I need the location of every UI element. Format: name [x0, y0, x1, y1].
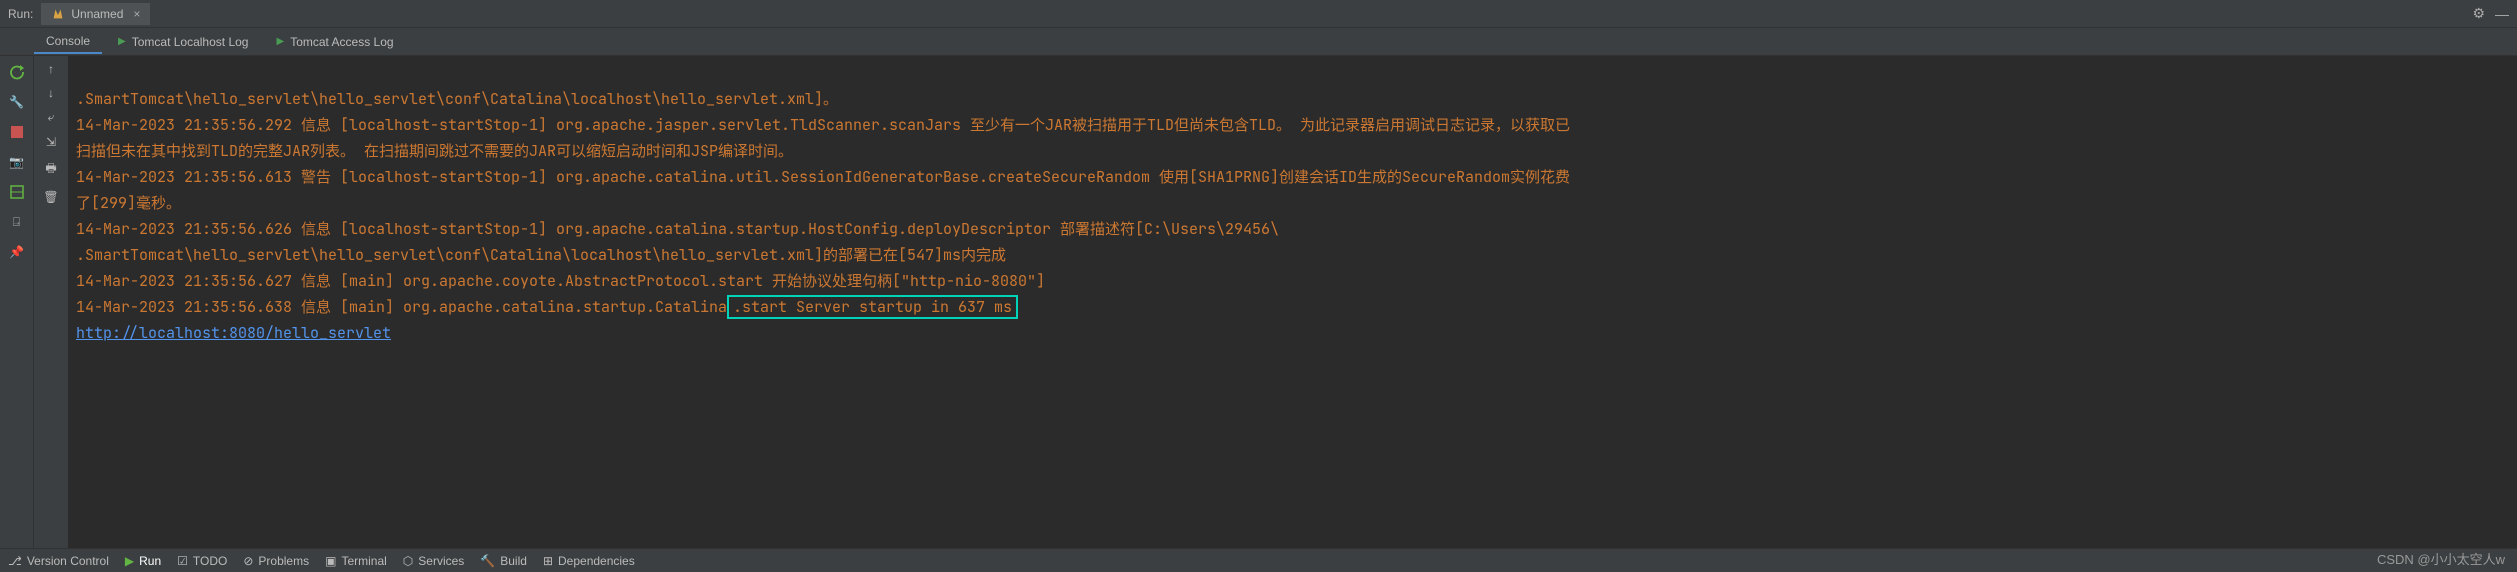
- terminal-icon: ▣: [325, 554, 336, 568]
- clear-icon[interactable]: 🗑: [43, 190, 58, 204]
- dependencies-label: Dependencies: [558, 554, 635, 568]
- stop-button[interactable]: [7, 122, 27, 142]
- watermark: CSDN @小小太空人w: [2377, 549, 2505, 568]
- deps-icon: ⊞: [543, 554, 553, 568]
- tomcat-icon: [51, 7, 65, 21]
- log-line: 14-Mar-2023 21:35:56.626 信息 [localhost-s…: [76, 219, 1051, 239]
- close-icon[interactable]: ×: [133, 7, 140, 21]
- tab-server-log[interactable]: ▶ Tomcat Localhost Log: [106, 31, 260, 53]
- log-line: 开始协议处理句柄["http-nio-8080"]: [763, 271, 1045, 291]
- layout-icon[interactable]: [7, 182, 27, 202]
- rerun-button[interactable]: [7, 62, 27, 82]
- camera-icon[interactable]: 📷: [7, 152, 27, 172]
- services-icon: ⬡: [403, 554, 413, 568]
- check-icon: ☑: [177, 554, 188, 568]
- log-line: 14-Mar-2023 21:35:56.627 信息 [main] org.a…: [76, 271, 763, 291]
- branch-icon: ⎇: [8, 554, 22, 568]
- play-icon: ▶: [125, 554, 134, 568]
- status-bar: ⎇ Version Control ▶ Run ☑ TODO ⊘ Problems ▣ T…: [0, 548, 2517, 572]
- dependencies-tab[interactable]: ⊞ Dependencies: [543, 554, 635, 568]
- tab-console[interactable]: Console: [34, 30, 102, 54]
- server-url-link[interactable]: http://localhost:8080/hello_servlet: [76, 323, 391, 343]
- gear-icon[interactable]: ⚙: [2472, 5, 2485, 22]
- down-arrow-icon[interactable]: ↓: [48, 86, 54, 100]
- up-arrow-icon[interactable]: ↑: [48, 62, 54, 76]
- console-output[interactable]: .SmartTomcat\hello_servlet\hello_servlet…: [68, 56, 2517, 548]
- play-icon: ▶: [118, 36, 126, 47]
- pin-icon[interactable]: 📌: [7, 242, 27, 262]
- terminal-tab[interactable]: ▣ Terminal: [325, 554, 387, 568]
- log-line: 至少有一个JAR被扫描用于TLD但尚未包含TLD。 为此记录器启用调试日志记录，…: [961, 115, 1570, 135]
- log-line: 使用[SHA1PRNG]创建会话ID生成的SecureRandom实例花费: [1150, 167, 1570, 187]
- print-icon[interactable]: 🖶: [45, 159, 56, 180]
- todo-tab[interactable]: ☑ TODO: [177, 554, 227, 568]
- tab-console-label: Console: [46, 34, 90, 48]
- console-toolbar: ↑ ↓ ⤶ ⇲ 🖶 🗑: [34, 56, 68, 548]
- run-toolbar: 🔧 📷 ⍈ 📌: [0, 56, 34, 548]
- scroll-end-icon[interactable]: ⇲: [46, 135, 56, 149]
- version-control-tab[interactable]: ⎇ Version Control: [8, 554, 109, 568]
- tab-access-log[interactable]: ▶ Tomcat Access Log: [264, 31, 405, 53]
- log-line: 14-Mar-2023 21:35:56.613 警告 [localhost-s…: [76, 167, 1150, 187]
- play-icon: ▶: [276, 36, 284, 47]
- todo-label: TODO: [193, 554, 227, 568]
- exit-icon[interactable]: ⍈: [7, 212, 27, 232]
- tab-server-log-label: Tomcat Localhost Log: [132, 35, 249, 49]
- log-line: .SmartTomcat\hello_servlet\hello_servlet…: [76, 245, 1006, 265]
- log-line: 14-Mar-2023 21:35:56.638 信息 [main] org.a…: [76, 297, 727, 317]
- wrench-icon[interactable]: 🔧: [7, 92, 27, 112]
- run-config-tab[interactable]: Unnamed ×: [41, 3, 150, 25]
- startup-highlight: .start Server startup in 637 ms: [727, 295, 1018, 319]
- log-line: 14-Mar-2023 21:35:56.292 信息 [localhost-s…: [76, 115, 961, 135]
- services-label: Services: [418, 554, 464, 568]
- minimize-icon[interactable]: —: [2495, 6, 2509, 22]
- run-tab[interactable]: ▶ Run: [125, 554, 161, 568]
- log-line: 部署描述符[C:\Users\29456\: [1051, 219, 1279, 239]
- terminal-label: Terminal: [341, 554, 386, 568]
- build-label: Build: [500, 554, 527, 568]
- run-label: Run:: [8, 7, 33, 21]
- log-line: .SmartTomcat\hello_servlet\hello_servlet…: [76, 89, 838, 109]
- warning-icon: ⊘: [243, 554, 253, 568]
- soft-wrap-icon[interactable]: ⤶: [48, 110, 55, 125]
- problems-label: Problems: [258, 554, 309, 568]
- run-tab-label: Run: [139, 554, 161, 568]
- hammer-icon: 🔨: [480, 554, 495, 568]
- log-line: 扫描但未在其中找到TLD的完整JAR列表。 在扫描期间跳过不需要的JAR可以缩短…: [76, 141, 793, 161]
- problems-tab[interactable]: ⊘ Problems: [243, 554, 309, 568]
- services-tab[interactable]: ⬡ Services: [403, 554, 465, 568]
- tab-access-log-label: Tomcat Access Log: [290, 35, 393, 49]
- run-config-name: Unnamed: [71, 7, 123, 21]
- build-tab[interactable]: 🔨 Build: [480, 554, 527, 568]
- version-control-label: Version Control: [27, 554, 109, 568]
- log-line: 了[299]毫秒。: [76, 193, 181, 213]
